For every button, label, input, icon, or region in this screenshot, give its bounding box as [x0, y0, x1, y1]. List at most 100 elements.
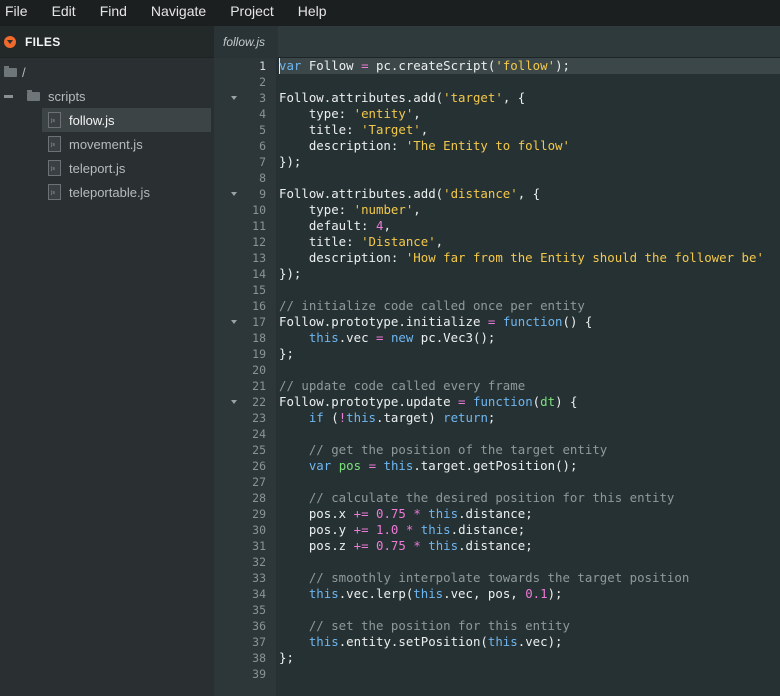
js-file-icon [48, 160, 61, 176]
code-line: }; [279, 346, 294, 361]
root-label: / [22, 64, 26, 80]
code-line: }); [279, 266, 302, 281]
code-line: this.vec.lerp(this.vec, pos, 0.1); [308, 586, 563, 601]
menu-file[interactable]: File [0, 0, 38, 22]
file-label: movement.js [69, 136, 143, 152]
code-line: this.vec = new pc.Vec3(); [308, 330, 496, 345]
line-number-gutter: 1 2 3 4 5 6 7 8 9 10 11 12 13 14 15 16 17 18 19 20 21 22 23 24 2… [214, 58, 277, 696]
line-number: 35 [252, 603, 266, 617]
code-line: if (!this.target) return; [308, 410, 496, 425]
line-number: 28 [252, 491, 266, 505]
line-number: 26 [252, 459, 266, 473]
tree-file-teleport[interactable]: teleport.js [42, 156, 211, 180]
folder-icon [4, 65, 17, 77]
menu-edit[interactable]: Edit [47, 0, 86, 22]
code-line: // initialize code called once per entit… [279, 298, 585, 313]
folder-label: scripts [48, 88, 86, 104]
line-number: 12 [252, 235, 266, 249]
code-line: description: 'How far from the Entity sh… [279, 250, 764, 265]
line-number: 33 [252, 571, 266, 585]
code-line: // update code called every frame [279, 378, 526, 393]
line-number: 27 [252, 475, 266, 489]
line-number: 24 [252, 427, 266, 441]
fold-arrow-icon[interactable] [231, 192, 237, 196]
fold-arrow-icon[interactable] [231, 400, 237, 404]
code-line: Follow.prototype.update = function(dt) { [279, 394, 578, 409]
code-line: pos.z += 0.75 * this.distance; [279, 538, 533, 553]
menu-navigate[interactable]: Navigate [146, 0, 216, 22]
file-label: teleport.js [69, 160, 126, 176]
line-number: 19 [252, 347, 266, 361]
code-line: var Follow = pc.createScript('follow'); [279, 58, 570, 73]
code-line: type: 'number', [279, 202, 421, 217]
line-number: 2 [259, 75, 266, 89]
menu-project[interactable]: Project [225, 0, 284, 22]
line-number: 3 [259, 91, 266, 105]
code-line: // calculate the desired position for th… [308, 490, 675, 505]
js-file-icon [48, 184, 61, 200]
tree-file-follow[interactable]: follow.js [42, 108, 211, 132]
line-number: 13 [252, 251, 266, 265]
code-line: pos.y += 1.0 * this.distance; [279, 522, 526, 537]
code-line: }; [279, 650, 294, 665]
js-file-icon [48, 136, 61, 152]
line-number: 38 [252, 651, 266, 665]
fold-arrow-icon[interactable] [231, 320, 237, 324]
fold-arrow-icon[interactable] [231, 96, 237, 100]
line-number: 37 [252, 635, 266, 649]
line-number: 22 [252, 395, 266, 409]
files-title: FILES [25, 34, 61, 49]
code-line: default: 4, [279, 218, 391, 233]
line-number: 23 [252, 411, 266, 425]
file-label: teleportable.js [69, 184, 150, 200]
line-number: 21 [252, 379, 266, 393]
line-number: 25 [252, 443, 266, 457]
line-number: 29 [252, 507, 266, 521]
code-line: title: 'Target', [279, 122, 429, 137]
line-number: 14 [252, 267, 266, 281]
code-line: type: 'entity', [279, 106, 421, 121]
code-line: pos.x += 0.75 * this.distance; [279, 506, 533, 521]
file-label: follow.js [69, 112, 115, 128]
folder-icon [27, 89, 40, 101]
code-line: Follow.prototype.initialize = function()… [279, 314, 593, 329]
collapse-icon[interactable] [4, 94, 13, 98]
line-number: 9 [259, 187, 266, 201]
line-number: 20 [252, 363, 266, 377]
code-line: var pos = this.target.getPosition(); [308, 458, 578, 473]
line-number: 11 [252, 219, 266, 233]
menu-bar: File Edit Find Navigate Project Help [0, 0, 780, 22]
collapse-panel-icon[interactable] [4, 35, 16, 48]
line-number: 36 [252, 619, 266, 633]
line-number: 39 [252, 667, 266, 681]
line-number: 32 [252, 555, 266, 569]
line-number: 31 [252, 539, 266, 553]
files-header[interactable]: FILES [0, 26, 214, 58]
line-number: 8 [259, 171, 266, 185]
line-number: 15 [252, 283, 266, 297]
line-number: 16 [252, 299, 266, 313]
line-number: 30 [252, 523, 266, 537]
tab-label: follow.js [223, 35, 266, 49]
code-line: Follow.attributes.add('target', { [279, 90, 526, 105]
code-area[interactable]: var Follow = pc.createScript('follow'); F… [279, 58, 780, 696]
menu-find[interactable]: Find [95, 0, 137, 22]
code-editor: follow.js 1 2 3 4 5 6 7 8 9 10 11 12 13 14 15 16 17 18 19 2… [214, 26, 780, 696]
code-line: Follow.attributes.add('distance', { [279, 186, 541, 201]
code-line: }); [279, 154, 302, 169]
line-number: 34 [252, 587, 266, 601]
tab-follow-js[interactable]: follow.js [214, 26, 278, 58]
tree-file-teleportable[interactable]: teleportable.js [42, 180, 211, 204]
tree-root[interactable]: / [0, 60, 214, 84]
line-number: 17 [252, 315, 266, 329]
line-number: 10 [252, 203, 266, 217]
tree-folder-scripts[interactable]: scripts [0, 84, 214, 108]
code-line: this.entity.setPosition(this.vec); [308, 634, 563, 649]
code-line: description: 'The Entity to follow' [279, 138, 570, 153]
code-line: // set the position for this entity [308, 618, 570, 633]
tree-file-movement[interactable]: movement.js [42, 132, 211, 156]
menu-help[interactable]: Help [293, 0, 337, 22]
code-line: // get the position of the target entity [308, 442, 608, 457]
tab-bar: follow.js [214, 26, 780, 58]
js-file-icon [48, 112, 61, 128]
